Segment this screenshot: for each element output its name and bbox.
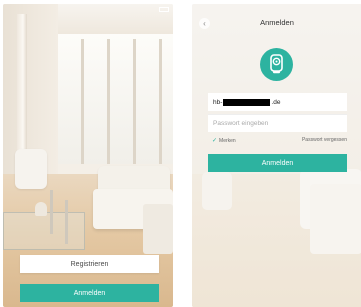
login-screen: ‹ Anmelden hb- .de Passwort eingeben ✓ M…: [192, 4, 361, 307]
camera-icon: [270, 54, 283, 74]
email-field[interactable]: hb- .de: [208, 93, 347, 111]
submit-login-label: Anmelden: [261, 159, 294, 167]
email-prefix: hb-: [213, 98, 223, 106]
redaction-bar: [223, 98, 271, 106]
forgot-password-link[interactable]: Passwort vergessen: [302, 137, 347, 143]
remember-checkbox[interactable]: ✓ Merken: [212, 137, 236, 145]
submit-login-button[interactable]: Anmelden: [208, 154, 347, 172]
password-field[interactable]: Passwort eingeben: [208, 114, 347, 132]
login-button-label: Anmelden: [73, 289, 106, 297]
register-button[interactable]: Registrieren: [20, 255, 159, 273]
page-title: Anmelden: [260, 18, 294, 27]
check-icon: ✓: [212, 138, 218, 144]
email-suffix: .de: [271, 98, 281, 106]
remember-label: Merken: [219, 137, 236, 144]
password-placeholder: Passwort eingeben: [213, 120, 269, 127]
register-button-label: Registrieren: [70, 260, 109, 268]
login-button[interactable]: Anmelden: [20, 284, 159, 302]
app-logo: [260, 48, 293, 81]
welcome-screen: Registrieren Anmelden: [3, 4, 173, 307]
battery-icon: [159, 7, 169, 12]
